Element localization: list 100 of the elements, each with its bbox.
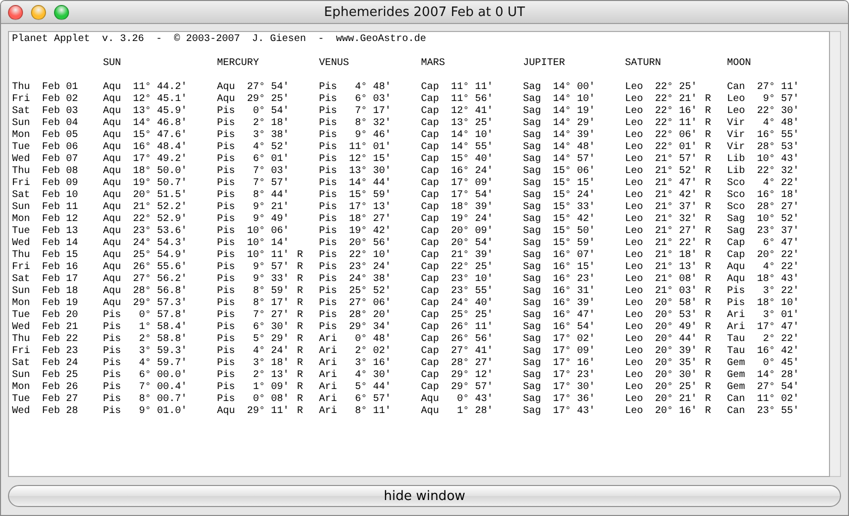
date-text: Feb 02: [42, 94, 78, 105]
position-text: 14° 57': [553, 154, 596, 165]
sign-text: Sag: [523, 166, 542, 177]
sign-text: Pis: [319, 118, 338, 129]
sign-text: Pis: [103, 322, 122, 333]
position-text: 27° 11': [757, 82, 800, 93]
sign-text: Aqu: [421, 394, 440, 405]
sign-text: Cap: [421, 178, 440, 189]
position-text: 21° 42': [655, 190, 698, 201]
weekday-text: Wed: [12, 406, 30, 417]
zoom-button[interactable]: [54, 4, 69, 20]
position-text: 20° 39': [655, 346, 698, 357]
position-text: 16° 18': [757, 190, 800, 201]
position-text: 7° 00.4': [138, 382, 187, 393]
sign-text: Pis: [217, 118, 236, 129]
position-text: 14° 28': [757, 370, 800, 381]
position-text: 26° 56': [451, 334, 494, 345]
weekday-text: Tue: [12, 310, 30, 321]
position-text: 2° 58.8': [138, 334, 187, 345]
retrograde-mark: R: [297, 286, 304, 298]
position-text: 14° 55': [451, 142, 494, 153]
position-text: 28° 20': [349, 310, 392, 321]
sign-text: Pis: [319, 310, 338, 321]
position-text: 28° 27': [451, 358, 494, 369]
retrograde-mark: R: [297, 322, 304, 334]
position-text: 7° 57': [252, 178, 289, 189]
retrograde-mark: R: [705, 262, 712, 274]
position-text: 11° 01': [349, 142, 392, 153]
hide-window-button[interactable]: hide window: [8, 485, 841, 507]
date-text: Feb 24: [42, 358, 78, 369]
position-text: 11° 11': [451, 82, 494, 93]
sign-text: Pis: [319, 250, 338, 261]
weekday-text: Sat: [12, 358, 30, 369]
position-text: 2° 18': [252, 118, 289, 129]
position-text: 28° 56.8': [133, 286, 188, 297]
position-text: 25° 52': [349, 286, 392, 297]
position-text: 14° 44': [349, 178, 392, 189]
sign-text: Leo: [625, 262, 644, 273]
position-text: 21° 22': [655, 238, 698, 249]
sign-text: Cap: [421, 310, 440, 321]
sign-text: Sco: [727, 202, 746, 213]
close-button[interactable]: [8, 4, 23, 20]
sign-text: Cap: [727, 238, 746, 249]
sign-text: Pis: [217, 394, 236, 405]
sign-text: Leo: [625, 130, 644, 141]
sign-text: Cap: [421, 82, 440, 93]
position-text: 8° 44': [252, 190, 289, 201]
retrograde-mark: R: [297, 370, 304, 382]
sign-text: Pis: [319, 286, 338, 297]
position-text: 29° 57.3': [133, 298, 188, 309]
position-text: 0° 08': [252, 394, 289, 405]
sign-text: Pis: [319, 190, 338, 201]
position-text: 22° 25': [655, 82, 698, 93]
weekday-text: Fri: [12, 262, 30, 273]
sign-text: Pis: [319, 274, 338, 285]
position-text: 20° 22': [757, 250, 800, 261]
position-text: 17° 47': [757, 322, 800, 333]
position-text: 10° 11': [247, 250, 290, 261]
date-text: Feb 13: [42, 226, 78, 237]
retrograde-mark: R: [297, 262, 304, 274]
sign-text: Sag: [523, 298, 542, 309]
position-text: 19° 42': [349, 226, 392, 237]
retrograde-mark: R: [297, 298, 304, 310]
weekday-text: Wed: [12, 322, 30, 333]
date-text: Feb 01: [42, 82, 78, 93]
retrograde-mark: R: [297, 274, 304, 286]
weekday-text: Mon: [12, 298, 30, 309]
date-text: Feb 23: [42, 346, 78, 357]
date-text: Feb 17: [42, 274, 78, 285]
sign-text: Pis: [217, 190, 236, 201]
position-text: 22° 01': [655, 142, 698, 153]
position-text: 25° 54.9': [133, 250, 188, 261]
sign-text: Leo: [625, 346, 644, 357]
position-text: 17° 16': [553, 358, 596, 369]
sign-text: Sag: [523, 250, 542, 261]
sign-text: Aqu: [103, 274, 122, 285]
date-text: Feb 04: [42, 118, 78, 129]
sign-text: Leo: [625, 310, 644, 321]
position-text: 27° 56.2': [133, 274, 188, 285]
position-text: 27° 06': [349, 298, 392, 309]
retrograde-mark: R: [705, 154, 712, 166]
sign-text: Aqu: [103, 142, 122, 153]
position-text: 23° 53.6': [133, 226, 188, 237]
sign-text: Pis: [103, 346, 122, 357]
position-text: 14° 46.8': [133, 118, 188, 129]
position-text: 24° 38': [349, 274, 392, 285]
position-text: 22° 32': [757, 166, 800, 177]
column-header: MARS: [421, 58, 446, 69]
retrograde-mark: R: [297, 346, 304, 358]
sign-text: Cap: [421, 286, 440, 297]
minimize-button[interactable]: [31, 4, 46, 20]
sign-text: Pis: [727, 286, 746, 297]
sign-text: Leo: [625, 214, 644, 225]
sign-text: Pis: [319, 82, 338, 93]
sign-text: Pis: [217, 310, 236, 321]
position-text: 20° 25': [655, 382, 698, 393]
position-text: 6° 30': [252, 322, 289, 333]
position-text: 29° 11': [247, 406, 290, 417]
date-text: Feb 14: [42, 238, 78, 249]
sign-text: Sag: [523, 118, 542, 129]
